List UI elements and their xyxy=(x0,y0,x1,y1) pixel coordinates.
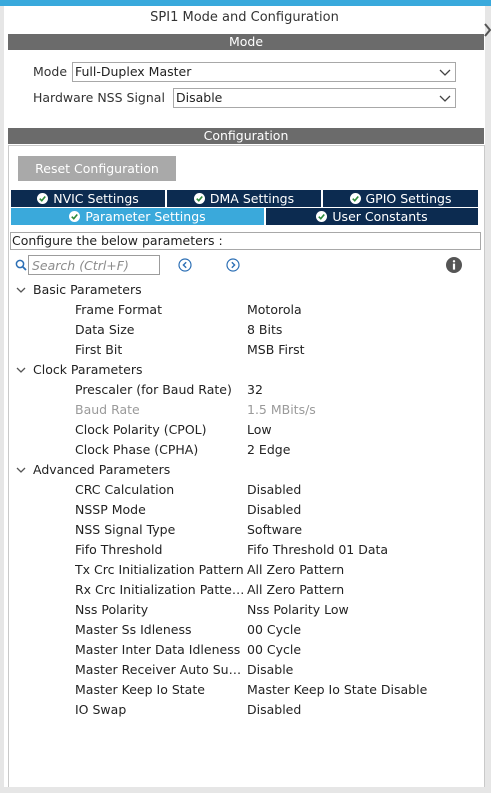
value-rx-crc-pattern[interactable]: All Zero Pattern xyxy=(247,582,344,597)
frame-left xyxy=(0,6,4,793)
param-baud-rate: Baud Rate xyxy=(75,402,140,417)
group-advanced-parameters[interactable]: Advanced Parameters xyxy=(33,462,170,477)
param-clock-phase: Clock Phase (CPHA) xyxy=(75,442,199,457)
mode-select-value: Full-Duplex Master xyxy=(75,64,192,79)
param-crc-calculation: CRC Calculation xyxy=(75,482,175,497)
chevron-down-icon[interactable] xyxy=(15,364,27,376)
group-basic-parameters[interactable]: Basic Parameters xyxy=(33,282,142,297)
value-master-receiver-auto-suspend[interactable]: Disable xyxy=(247,662,293,677)
tab-dma-settings[interactable]: DMA Settings xyxy=(167,190,321,207)
value-first-bit[interactable]: MSB First xyxy=(247,342,305,357)
search-input[interactable] xyxy=(28,255,160,275)
panel-title: SPI1 Mode and Configuration xyxy=(150,10,339,25)
param-master-ss-idleness: Master Ss Idleness xyxy=(75,622,192,637)
top-accent-bar xyxy=(0,0,491,6)
check-circle-icon xyxy=(37,193,49,204)
value-prescaler[interactable]: 32 xyxy=(247,382,263,397)
tab-dma-label: DMA Settings xyxy=(209,191,295,206)
value-frame-format[interactable]: Motorola xyxy=(247,302,302,317)
tab-user-constants[interactable]: User Constants xyxy=(266,208,478,225)
frame-right xyxy=(485,6,491,793)
value-clock-phase[interactable]: 2 Edge xyxy=(247,442,290,457)
tab-gpio-label: GPIO Settings xyxy=(365,191,452,206)
value-crc-calculation[interactable]: Disabled xyxy=(247,482,301,497)
value-master-inter-data-idleness[interactable]: 00 Cycle xyxy=(247,642,301,657)
value-nss-signal-type[interactable]: Software xyxy=(247,522,302,537)
chevron-down-icon xyxy=(439,95,451,102)
check-circle-icon xyxy=(316,211,328,222)
param-nss-polarity: Nss Polarity xyxy=(75,602,149,617)
param-clock-polarity: Clock Polarity (CPOL) xyxy=(75,422,207,437)
check-circle-icon xyxy=(69,211,81,222)
chevron-down-icon xyxy=(439,69,451,76)
frame-bottom xyxy=(0,787,491,793)
tab-user-constants-label: User Constants xyxy=(332,209,428,224)
check-circle-icon xyxy=(193,193,205,204)
mode-label: Mode xyxy=(33,64,68,79)
info-icon[interactable] xyxy=(446,257,462,273)
param-master-receiver-auto-suspend: Master Receiver Auto Su… xyxy=(75,662,242,677)
param-data-size: Data Size xyxy=(75,322,135,337)
value-clock-polarity[interactable]: Low xyxy=(247,422,272,437)
param-first-bit: First Bit xyxy=(75,342,123,357)
param-master-inter-data-idleness: Master Inter Data Idleness xyxy=(75,642,241,657)
group-clock-parameters[interactable]: Clock Parameters xyxy=(33,362,142,377)
nss-label: Hardware NSS Signal xyxy=(33,90,165,105)
reset-configuration-button[interactable]: Reset Configuration xyxy=(18,156,176,181)
value-master-keep-io-state[interactable]: Master Keep Io State Disable xyxy=(247,682,427,697)
value-data-size[interactable]: 8 Bits xyxy=(247,322,282,337)
check-circle-icon xyxy=(349,193,361,204)
param-frame-format: Frame Format xyxy=(75,302,162,317)
chevron-down-icon[interactable] xyxy=(15,284,27,296)
param-master-keep-io-state: Master Keep Io State xyxy=(75,682,205,697)
param-nss-signal-type: NSS Signal Type xyxy=(75,522,176,537)
value-fifo-threshold[interactable]: Fifo Threshold 01 Data xyxy=(247,542,388,557)
value-baud-rate: 1.5 MBits/s xyxy=(247,402,316,417)
param-nssp-mode: NSSP Mode xyxy=(75,502,146,517)
mode-section-header: Mode xyxy=(8,34,484,50)
value-nssp-mode[interactable]: Disabled xyxy=(247,502,301,517)
param-io-swap: IO Swap xyxy=(75,702,127,717)
param-rx-crc-pattern: Rx Crc Initialization Patte… xyxy=(75,582,245,597)
tab-nvic-settings[interactable]: NVIC Settings xyxy=(11,190,165,207)
arrow-left-circle-icon[interactable] xyxy=(178,258,192,272)
arrow-right-circle-icon[interactable] xyxy=(226,258,240,272)
tab-parameter-label: Parameter Settings xyxy=(85,209,206,224)
chevron-down-icon[interactable] xyxy=(15,464,27,476)
collapse-arrow-icon[interactable] xyxy=(484,22,491,38)
nss-select[interactable]: Disable xyxy=(173,88,456,108)
tab-parameter-settings[interactable]: Parameter Settings xyxy=(11,208,264,225)
nss-select-value: Disable xyxy=(176,90,223,105)
configuration-section-header: Configuration xyxy=(8,128,484,144)
search-icon xyxy=(15,259,27,271)
configure-hint: Configure the below parameters : xyxy=(10,232,481,250)
tab-gpio-settings[interactable]: GPIO Settings xyxy=(323,190,478,207)
value-master-ss-idleness[interactable]: 00 Cycle xyxy=(247,622,301,637)
mode-select[interactable]: Full-Duplex Master xyxy=(72,62,456,82)
value-io-swap[interactable]: Disabled xyxy=(247,702,301,717)
param-fifo-threshold: Fifo Threshold xyxy=(75,542,163,557)
value-tx-crc-pattern[interactable]: All Zero Pattern xyxy=(247,562,344,577)
param-prescaler: Prescaler (for Baud Rate) xyxy=(75,382,232,397)
tab-nvic-label: NVIC Settings xyxy=(53,191,139,206)
param-tx-crc-pattern: Tx Crc Initialization Pattern xyxy=(75,562,244,577)
value-nss-polarity[interactable]: Nss Polarity Low xyxy=(247,602,349,617)
